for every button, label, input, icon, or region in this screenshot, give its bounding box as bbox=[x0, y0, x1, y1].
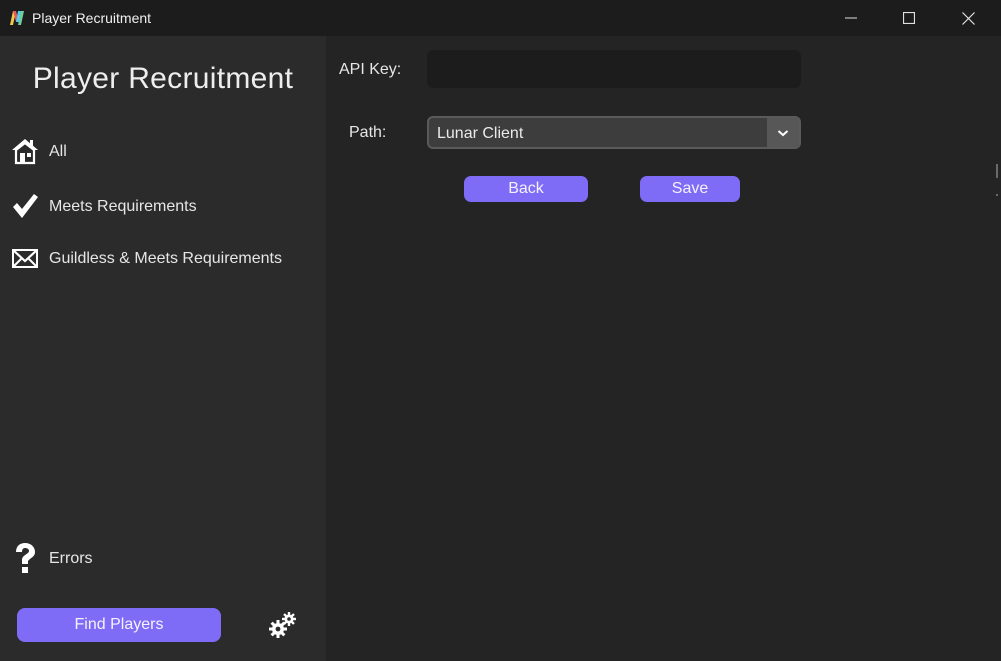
sidebar-item-guildless-meets-requirements[interactable]: Guildless & Meets Requirements bbox=[0, 238, 326, 278]
save-button[interactable]: Save bbox=[640, 176, 740, 202]
question-mark-icon bbox=[16, 543, 35, 573]
minimize-icon bbox=[845, 17, 857, 19]
settings-button[interactable] bbox=[268, 610, 298, 640]
gears-icon bbox=[269, 612, 296, 638]
app-window: Player Recruitment Player Recruitment Al… bbox=[0, 0, 1001, 661]
close-icon bbox=[961, 11, 975, 25]
sidebar-item-label: Meets Requirements bbox=[49, 198, 197, 215]
sidebar-item-errors[interactable]: Errors bbox=[0, 538, 326, 578]
checkmark-icon bbox=[13, 194, 38, 218]
find-players-button[interactable]: Find Players bbox=[17, 608, 221, 642]
path-select[interactable]: Lunar Client bbox=[427, 116, 801, 149]
app-logo-icon bbox=[10, 11, 24, 25]
window-title: Player Recruitment bbox=[32, 10, 152, 26]
maximize-button[interactable] bbox=[880, 0, 938, 36]
api-key-input[interactable] bbox=[427, 50, 801, 88]
sidebar-item-label: Guildless & Meets Requirements bbox=[49, 250, 282, 267]
envelope-icon bbox=[12, 249, 38, 268]
minimize-button[interactable] bbox=[822, 0, 880, 36]
close-button[interactable] bbox=[939, 0, 997, 36]
back-button[interactable]: Back bbox=[464, 176, 588, 202]
sidebar-item-meets-requirements[interactable]: Meets Requirements bbox=[0, 186, 326, 226]
path-select-value: Lunar Client bbox=[437, 125, 524, 142]
api-key-label: API Key: bbox=[339, 61, 402, 78]
sidebar-item-label: Errors bbox=[49, 550, 93, 567]
sidebar: Player Recruitment All Meets Requirement… bbox=[0, 36, 326, 661]
path-dropdown-button[interactable] bbox=[767, 118, 799, 147]
chevron-down-icon bbox=[777, 129, 789, 136]
settings-panel: API Key: Path: Lunar Client Back Save bbox=[326, 36, 1001, 661]
sidebar-item-all[interactable]: All bbox=[0, 131, 326, 171]
sidebar-item-label: All bbox=[49, 143, 67, 160]
home-icon bbox=[12, 139, 38, 165]
scrollbar-edge bbox=[996, 164, 998, 196]
sidebar-title: Player Recruitment bbox=[32, 62, 294, 95]
path-label: Path: bbox=[349, 124, 387, 141]
maximize-icon bbox=[903, 12, 915, 24]
title-bar: Player Recruitment bbox=[0, 0, 1001, 36]
